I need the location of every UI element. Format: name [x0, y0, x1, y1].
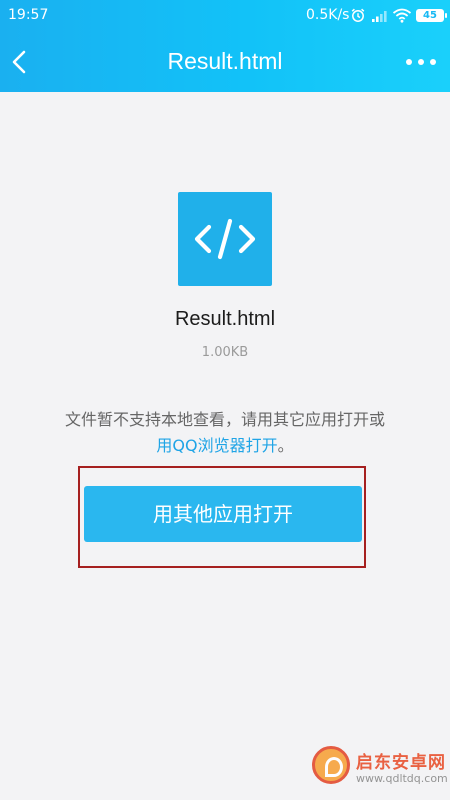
- app-header: 19:57 0.5K/s 45 Result.html: [0, 0, 450, 92]
- navigation-bar: Result.html: [0, 32, 450, 92]
- unsupported-notice: 文件暂不支持本地查看，请用其它应用打开或 用QQ浏览器打开。: [0, 407, 450, 459]
- status-bar: 19:57 0.5K/s 45: [0, 0, 450, 32]
- code-file-icon: [178, 192, 272, 286]
- watermark-name: 启东安卓网: [356, 753, 446, 773]
- file-size: 1.00KB: [201, 345, 249, 360]
- open-with-other-app-button[interactable]: 用其他应用打开: [84, 486, 362, 542]
- notice-text: 文件暂不支持本地查看，请用其它应用打开或: [64, 410, 385, 429]
- open-in-qq-browser-link[interactable]: 用QQ浏览器打开: [156, 436, 277, 455]
- watermark: 启东安卓网 www.qdltdq.com: [312, 742, 448, 790]
- status-time: 19:57: [8, 7, 49, 23]
- chevron-left-icon: [12, 50, 26, 74]
- alarm-icon: [350, 7, 366, 27]
- battery-icon: 45: [416, 9, 447, 22]
- watermark-logo-icon: [312, 746, 350, 784]
- back-button[interactable]: [6, 45, 34, 79]
- file-name: Result.html: [174, 308, 276, 330]
- file-preview-panel: Result.html 1.00KB 文件暂不支持本地查看，请用其它应用打开或 …: [0, 92, 450, 800]
- wifi-icon: [392, 8, 412, 27]
- signal-icon: [371, 9, 389, 27]
- notice-suffix: 。: [277, 436, 294, 455]
- network-speed: 0.5K/s: [306, 7, 350, 23]
- more-options-button[interactable]: [404, 54, 438, 70]
- watermark-url: www.qdltdq.com: [356, 772, 448, 785]
- page-title: Result.html: [167, 48, 283, 74]
- more-dots-icon: [406, 59, 412, 65]
